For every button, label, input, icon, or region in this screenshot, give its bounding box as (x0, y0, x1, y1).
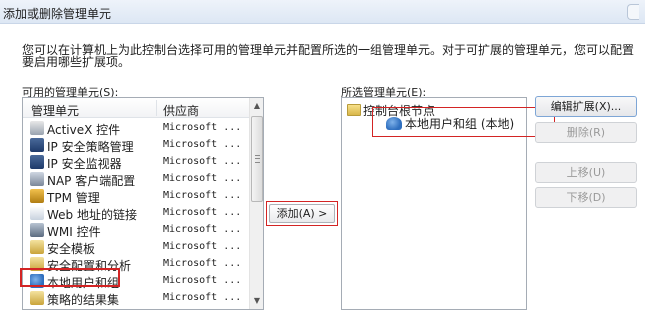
scrollbar-thumb[interactable] (251, 116, 263, 202)
web-link-icon (30, 206, 44, 220)
snapin-name: IP 安全监视器 (47, 157, 122, 171)
list-item[interactable]: ActiveX 控件 Microsoft ... (23, 120, 249, 137)
add-button-highlight: 添加(A) > (266, 201, 338, 226)
snapin-name: ActiveX 控件 (47, 123, 121, 137)
ip-security-monitor-icon (30, 155, 44, 169)
snapin-vendor: Microsoft ... (163, 258, 242, 269)
remove-button[interactable]: 删除(R) (535, 122, 637, 143)
local-users-icon (386, 117, 402, 130)
nap-client-icon (30, 172, 44, 186)
tree-child-label: 本地用户和组 (本地) (405, 117, 515, 131)
highlight-selected-child: 本地用户和组 (本地) (372, 107, 555, 137)
snapin-vendor: Microsoft ... (163, 122, 242, 133)
snapin-name: 安全模板 (47, 242, 96, 256)
snapin-vendor: Microsoft ... (163, 139, 242, 150)
highlight-local-users-row (20, 268, 120, 287)
move-up-button[interactable]: 上移(U) (535, 162, 637, 183)
snapin-vendor: Microsoft ... (163, 190, 242, 201)
snapin-vendor: Microsoft ... (163, 156, 242, 167)
snapin-name: TPM 管理 (47, 191, 100, 205)
tpm-icon (30, 189, 44, 203)
window-control-icon[interactable] (627, 4, 639, 20)
snapin-vendor: Microsoft ... (163, 275, 242, 286)
snapin-vendor: Microsoft ... (163, 207, 242, 218)
snapin-name: WMI 控件 (47, 225, 101, 239)
snapin-vendor: Microsoft ... (163, 241, 242, 252)
list-item[interactable]: IP 安全监视器 Microsoft ... (23, 154, 249, 171)
snapin-name: Web 地址的链接 (47, 208, 137, 222)
snapin-name: NAP 客户端配置 (47, 174, 136, 188)
list-item[interactable]: IP 安全策略管理 Microsoft ... (23, 137, 249, 154)
snapin-vendor: Microsoft ... (163, 224, 242, 235)
scrollbar-grip-icon (255, 155, 260, 163)
column-divider[interactable] (156, 100, 157, 116)
list-item[interactable]: NAP 客户端配置 Microsoft ... (23, 171, 249, 188)
add-button[interactable]: 添加(A) > (269, 204, 335, 223)
description-text: 您可以在计算机上为此控制台选择可用的管理单元并配置所选的一组管理单元。对于可扩展… (22, 43, 635, 69)
list-item[interactable]: 策略的结果集 Microsoft ... (23, 290, 249, 307)
list-header: 管理单元 供应商 (23, 98, 249, 118)
snapin-name: IP 安全策略管理 (47, 140, 134, 154)
move-down-button[interactable]: 下移(D) (535, 187, 637, 208)
list-item[interactable]: 安全模板 Microsoft ... (23, 239, 249, 256)
edit-extensions-button[interactable]: 编辑扩展(X)... (535, 96, 637, 117)
window-title: 添加或删除管理单元 (3, 7, 112, 21)
vertical-scrollbar[interactable]: ▲ ▼ (249, 98, 263, 309)
snapin-vendor: Microsoft ... (163, 173, 242, 184)
tree-child-node[interactable]: 本地用户和组 (本地) (386, 115, 514, 132)
security-template-icon (30, 240, 44, 254)
list-item[interactable]: Web 地址的链接 Microsoft ... (23, 205, 249, 222)
wmi-icon (30, 223, 44, 237)
list-item[interactable]: WMI 控件 Microsoft ... (23, 222, 249, 239)
snapin-vendor: Microsoft ... (163, 292, 242, 303)
scroll-down-icon[interactable]: ▼ (250, 293, 263, 309)
scroll-up-icon[interactable]: ▲ (250, 98, 263, 114)
selected-snapins-list[interactable]: 控制台根节点 本地用户和组 (本地) (341, 97, 555, 310)
column-header-snapin[interactable]: 管理单元 (31, 102, 79, 119)
activex-icon (30, 121, 44, 135)
column-header-vendor[interactable]: 供应商 (163, 102, 199, 119)
title-bar: 添加或删除管理单元 (0, 0, 645, 24)
snapin-name: 策略的结果集 (47, 293, 120, 307)
list-item[interactable]: TPM 管理 Microsoft ... (23, 188, 249, 205)
ip-security-policy-icon (30, 138, 44, 152)
rsop-icon (30, 291, 44, 305)
folder-icon (347, 104, 361, 116)
